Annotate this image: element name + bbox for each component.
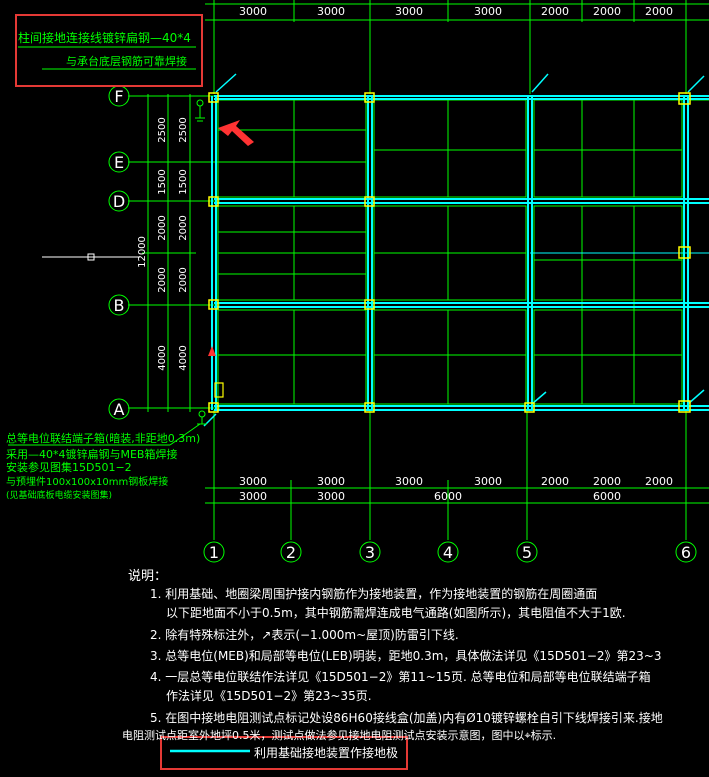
left-dim-outer-2: 1500 (178, 169, 189, 194)
top-dim-6: 2000 (593, 5, 621, 18)
axis-label-5: 5 (522, 543, 532, 562)
bottom-dim-row2-3: 6000 (434, 490, 462, 503)
axis-label-B: B (114, 296, 125, 315)
note-4b: 作法详见《15D501−2》第23~35页. (166, 689, 372, 703)
left-dim-inner-4: 2000 (157, 267, 168, 292)
column-axis-bubbles: 1 2 3 4 5 6 (203, 541, 697, 563)
left-dim-outer-5: 4000 (178, 345, 189, 370)
axis-label-1: 1 (209, 543, 219, 562)
left-dim-inner-5: 4000 (157, 345, 168, 370)
downlead-arrows (203, 73, 705, 427)
left-dim-inner-3: 2000 (157, 215, 168, 240)
axis-label-2: 2 (286, 543, 296, 562)
axis-label-E: E (114, 153, 124, 172)
note-4a: 4. 一层总等电位联结作法详见《15D501−2》第11~15页. 总等电位和局… (150, 670, 651, 684)
red-pointer-arrow (218, 120, 254, 146)
legend-label: 利用基础接地装置作接地极 (254, 746, 399, 760)
top-dim-7: 2000 (645, 5, 673, 18)
note-2: 2. 除有特殊标注外，↗表示(−1.000m~屋顶)防雷引下线. (150, 628, 459, 642)
test-point-icon (195, 99, 207, 425)
callout-bottom-line2: 采用—40*4镀锌扁钢与MEB箱焊接 (6, 447, 177, 461)
bottom-dim-row2-1: 3000 (239, 490, 267, 503)
notes-title: 说明： (128, 569, 168, 584)
bottom-dim-row2-4: 6000 (593, 490, 621, 503)
axis-label-D: D (113, 192, 125, 211)
top-dimensions: 3000 3000 3000 3000 2000 2000 2000 (239, 5, 673, 18)
highlight-box-top (15, 14, 203, 87)
bottom-dim-2: 3000 (317, 475, 345, 488)
axis-label-4: 4 (443, 543, 453, 562)
left-dim-outer-3: 2000 (178, 215, 189, 240)
note-1b: 以下距地面不小于0.5m，其中钢筋需焊连成电气通路(如图所示)，其电阻值不大于1… (166, 606, 626, 620)
left-dim-total: 12000 (137, 236, 148, 268)
callout-bottom-line5: (见基础底板电缆安装图集) (6, 489, 112, 501)
note-1a: 1. 利用基础、地圈梁周围护接内钢筋作为接地装置，作为接地装置的钢筋在周圈通面 (150, 587, 598, 601)
left-dim-outer-1: 2500 (178, 117, 189, 142)
top-dim-1: 3000 (239, 5, 267, 18)
callout-bottom: 总等电位联结端子箱(暗装,非距地0.3m) 采用—40*4镀锌扁钢与MEB箱焊接… (6, 431, 200, 501)
callout-bottom-line1: 总等电位联结端子箱(暗装,非距地0.3m) (6, 431, 200, 445)
note-5a: 5. 在图中接地电阻测试点标记处设86H60接线盒(加盖)内有Ø10镀锌螺栓自引… (150, 711, 663, 725)
row-axis-bubbles: F E D B A (108, 85, 130, 420)
bottom-dim-row2-2: 3000 (317, 490, 345, 503)
top-dim-2: 3000 (317, 5, 345, 18)
leader-line (42, 253, 140, 261)
left-dimensions: 2500 1500 2000 2000 4000 2500 1500 2000 … (137, 117, 189, 370)
callout-leaders (8, 46, 201, 446)
left-dim-inner-1: 2500 (157, 117, 168, 142)
axis-label-A: A (114, 400, 125, 419)
bottom-dim-6: 2000 (593, 475, 621, 488)
top-dim-3: 3000 (395, 5, 423, 18)
bottom-dim-4: 3000 (474, 475, 502, 488)
bottom-dim-5: 2000 (541, 475, 569, 488)
left-dim-inner-2: 1500 (157, 169, 168, 194)
callout-bottom-line4: 与预埋件100x100x10mm钢板焊接 (6, 475, 168, 488)
bottom-dim-3: 3000 (395, 475, 423, 488)
top-dim-5: 2000 (541, 5, 569, 18)
axis-label-F: F (114, 87, 123, 106)
note-3: 3. 总等电位(MEB)和局部等电位(LEB)明装，距地0.3m，具体做法详见《… (150, 649, 662, 663)
axis-label-6: 6 (681, 543, 691, 562)
left-dim-outer-4: 2000 (178, 267, 189, 292)
top-dim-4: 3000 (474, 5, 502, 18)
callout-bottom-line3: 安装参见图集15D501−2 (6, 460, 132, 474)
note-5b: 电阻测试点距室外地坪0.5米，测试点做法参见接地电阻测试点安装示意图，图中以⌖标… (122, 729, 557, 742)
bottom-dim-7: 2000 (645, 475, 673, 488)
interior-grid (217, 99, 709, 405)
red-arrow-small (208, 346, 216, 356)
bottom-dimensions: 3000 3000 3000 3000 2000 2000 2000 3000 … (239, 475, 673, 503)
bottom-dim-1: 3000 (239, 475, 267, 488)
axis-label-3: 3 (365, 543, 375, 562)
